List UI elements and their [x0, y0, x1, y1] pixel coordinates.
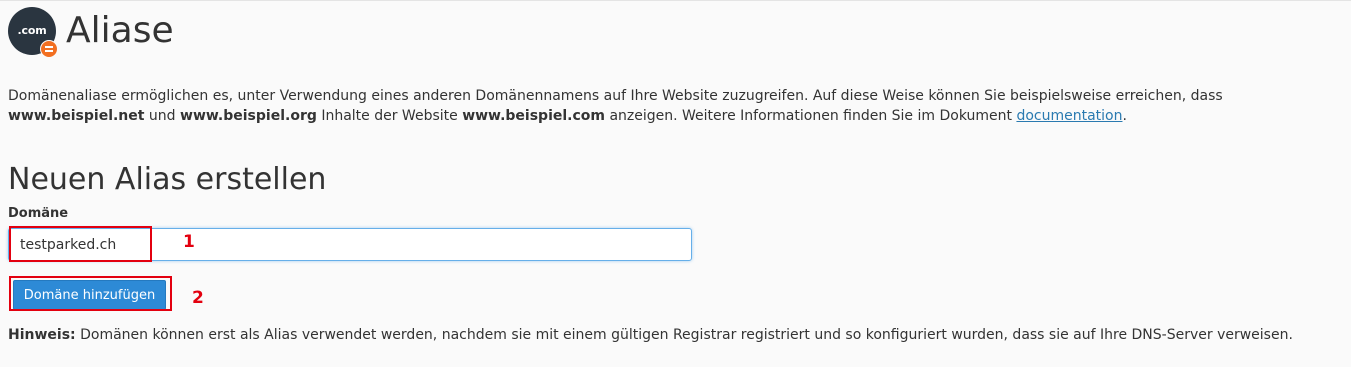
hint-text: Domänen können erst als Alias verwendet …	[75, 327, 1293, 343]
example-domain-org: www.beispiel.org	[180, 108, 317, 124]
annotation-step-2: 2	[192, 288, 204, 308]
page-title: Aliase	[66, 10, 174, 51]
description-text-4: anzeigen. Weitere Informationen finden S…	[605, 108, 1017, 124]
description-text-5: .	[1122, 108, 1127, 124]
top-border	[0, 0, 1351, 1]
domain-input[interactable]	[8, 228, 692, 261]
equals-badge-icon	[40, 40, 58, 58]
annotation-step-1: 1	[183, 232, 195, 252]
hint-label: Hinweis:	[8, 327, 76, 343]
domain-field-label: Domäne	[8, 206, 69, 221]
example-domain-net: www.beispiel.net	[8, 108, 145, 124]
hint-note: Hinweis: Domänen können erst als Alias v…	[8, 325, 1343, 345]
domain-logo-icon: .com	[8, 7, 58, 58]
description-text-2: und	[144, 108, 181, 124]
page-header: .com Aliase	[8, 6, 174, 58]
section-title: Neuen Alias erstellen	[8, 162, 327, 197]
documentation-link[interactable]: documentation	[1016, 108, 1122, 124]
add-domain-button[interactable]: Domäne hinzufügen	[13, 280, 166, 310]
page-description: Domänenaliase ermöglichen es, unter Verw…	[8, 86, 1343, 126]
description-text-1: Domänenaliase ermöglichen es, unter Verw…	[8, 88, 1223, 104]
example-domain-com: www.beispiel.com	[462, 108, 605, 124]
description-text-3: Inhalte der Website	[316, 108, 463, 124]
